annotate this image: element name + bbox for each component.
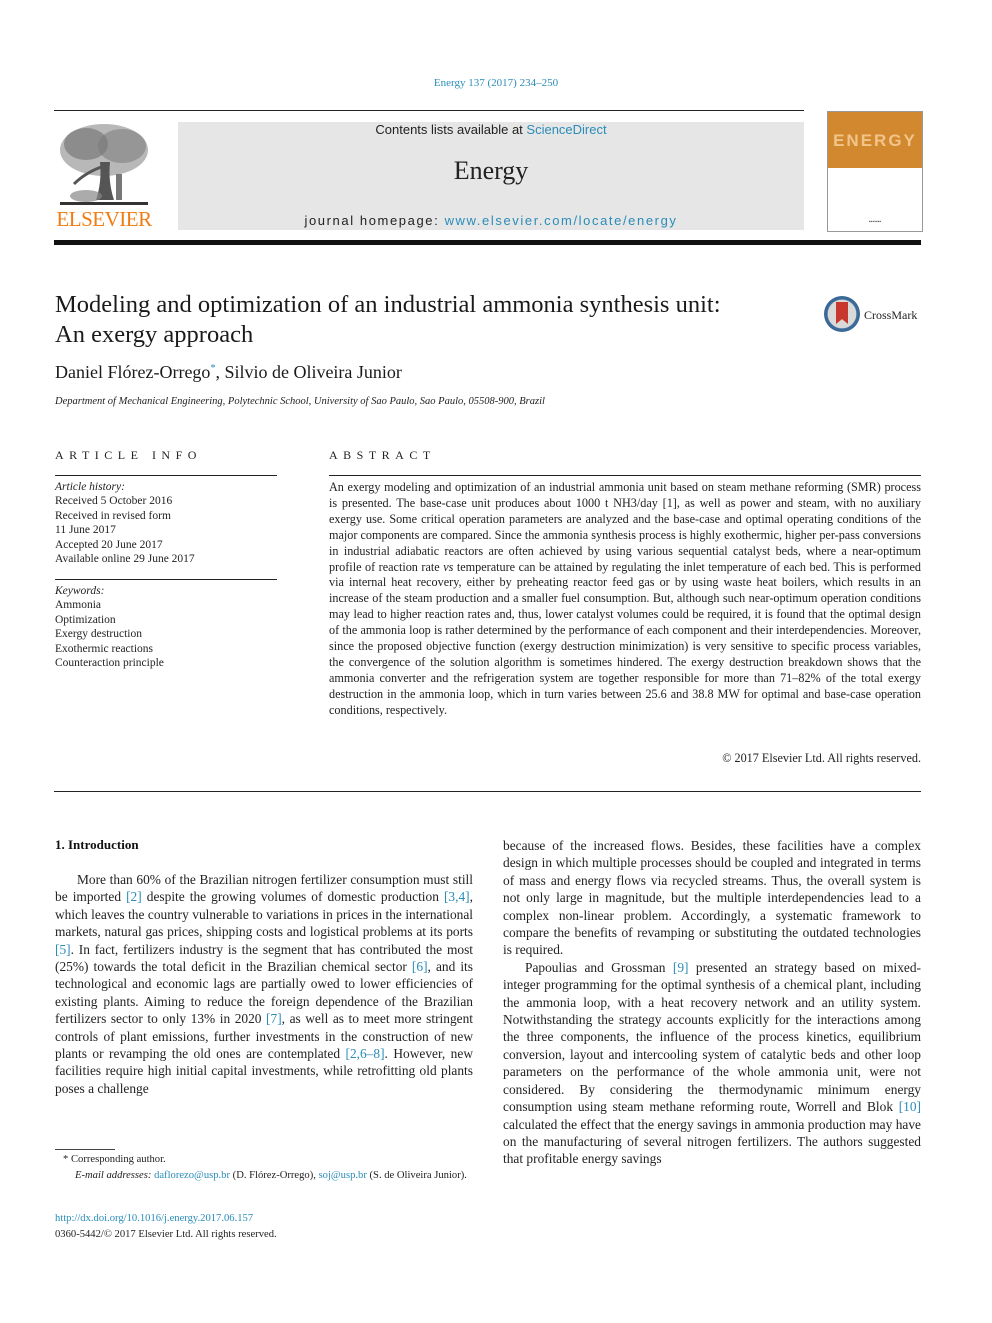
- journal-cover-thumbnail[interactable]: ENERGY ▪▪▪▪▪▪▪: [827, 111, 923, 232]
- homepage-prefix: journal homepage:: [304, 213, 445, 228]
- cover-footer-text: ▪▪▪▪▪▪▪: [868, 220, 882, 225]
- elsevier-tree-icon: [56, 122, 152, 207]
- cover-title: ENERGY: [833, 131, 917, 150]
- journal-homepage-line: journal homepage: www.elsevier.com/locat…: [178, 213, 804, 228]
- keyword-item: Counteraction principle: [55, 657, 164, 670]
- abstract-text: An exergy modeling and optimization of a…: [329, 480, 921, 719]
- title-line-2: An exergy approach: [55, 321, 254, 348]
- citation-link[interactable]: [2,6–8]: [345, 1046, 384, 1061]
- author-list: Daniel Flórez-Orrego*, Silvio de Oliveir…: [55, 362, 402, 383]
- abstract-copyright: © 2017 Elsevier Ltd. All rights reserved…: [722, 751, 921, 765]
- abstract-heading: ABSTRACT: [329, 448, 436, 462]
- author-1: Daniel Flórez-Orrego: [55, 362, 211, 382]
- sciencedirect-link[interactable]: ScienceDirect: [526, 122, 606, 137]
- article-info-rule: [55, 475, 277, 476]
- history-item: Accepted 20 June 2017: [55, 538, 163, 551]
- doi-link[interactable]: http://dx.doi.org/10.1016/j.energy.2017.…: [55, 1213, 253, 1224]
- abstract-part-2: temperature can be attained by regulatin…: [329, 559, 921, 717]
- section-heading-introduction: 1. Introduction: [55, 837, 139, 852]
- title-line-1: Modeling and optimization of an industri…: [55, 291, 721, 318]
- history-item: 11 June 2017: [55, 524, 116, 537]
- abstract-vs: vs: [443, 559, 454, 574]
- footnote-mark: *: [63, 1154, 71, 1165]
- footnote-rule: [55, 1149, 115, 1150]
- keyword-item: Exergy destruction: [55, 628, 142, 641]
- email-owner-1: (D. Flórez-Orrego),: [230, 1169, 319, 1181]
- article-title: Modeling and optimization of an industri…: [55, 290, 815, 350]
- journal-masthead: Contents lists available at ScienceDirec…: [178, 122, 804, 230]
- intro-paragraph-2: Papoulias and Grossman [9] presented an …: [503, 959, 921, 1168]
- history-item: Received 5 October 2016: [55, 495, 173, 508]
- contents-prefix: Contents lists available at: [375, 122, 527, 137]
- abstract-bottom-rule: [54, 791, 921, 792]
- crossmark-button[interactable]: CrossMark: [824, 296, 924, 336]
- citation-link[interactable]: [5]: [55, 942, 71, 957]
- keyword-item: Exothermic reactions: [55, 642, 154, 655]
- keywords-rule: [55, 579, 277, 580]
- header-top-rule: [54, 110, 804, 111]
- journal-homepage-link[interactable]: www.elsevier.com/locate/energy: [445, 213, 678, 228]
- citation-link[interactable]: [6]: [412, 959, 428, 974]
- cover-orange-band: ENERGY: [828, 112, 922, 168]
- citation-link[interactable]: [9]: [673, 960, 689, 975]
- intro-paragraph-1: More than 60% of the Brazilian nitrogen …: [55, 871, 473, 1097]
- article-info-heading: ARTICLE INFO: [55, 448, 202, 462]
- abstract-rule: [329, 475, 921, 476]
- crossmark-label: CrossMark: [864, 308, 918, 322]
- email-link-2[interactable]: soj@usp.br: [319, 1170, 367, 1181]
- history-item: Available online 29 June 2017: [55, 553, 195, 566]
- body-column-right: because of the increased flows. Besides,…: [503, 837, 921, 1168]
- journal-name: Energy: [453, 156, 529, 185]
- keywords-label: Keywords:: [55, 585, 105, 597]
- contents-available-line: Contents lists available at ScienceDirec…: [178, 122, 804, 137]
- paragraph-text: Papoulias and Grossman: [525, 959, 673, 975]
- citation-link[interactable]: [10]: [899, 1099, 921, 1114]
- paragraph-text: presented an strategy based on mixed-int…: [503, 959, 921, 1115]
- history-item: Received in revised form: [55, 509, 171, 522]
- body-column-left: More than 60% of the Brazilian nitrogen …: [55, 871, 473, 1097]
- email-owner-2: (S. de Oliveira Junior).: [366, 1169, 467, 1181]
- doi-block: http://dx.doi.org/10.1016/j.energy.2017.…: [55, 1211, 277, 1242]
- article-history-label: Article history:: [55, 481, 125, 493]
- keywords-list: Keywords: Ammonia Optimization Exergy de…: [55, 584, 164, 670]
- corresponding-author-note: Corresponding author.: [70, 1154, 166, 1165]
- header-thick-rule: [54, 240, 921, 245]
- paragraph-text: calculated the effect that the energy sa…: [503, 1116, 921, 1167]
- journal-citation-link[interactable]: Energy 137 (2017) 234–250: [0, 77, 992, 89]
- author-2: Silvio de Oliveira Junior: [224, 362, 402, 382]
- affiliation: Department of Mechanical Engineering, Po…: [55, 396, 545, 407]
- keyword-item: Optimization: [55, 613, 116, 626]
- intro-paragraph-1-continued: because of the increased flows. Besides,…: [503, 838, 921, 958]
- article-history: Article history: Received 5 October 2016…: [55, 480, 195, 566]
- email-link-1[interactable]: daflorezo@usp.br: [154, 1170, 230, 1181]
- issn-copyright: 0360-5442/© 2017 Elsevier Ltd. All right…: [55, 1228, 277, 1240]
- citation-link[interactable]: [2]: [126, 889, 142, 904]
- paragraph-text: . In fact, fertilizers industry is the s…: [55, 941, 473, 975]
- footnote: * Corresponding author. E-mail addresses…: [55, 1152, 473, 1183]
- elsevier-logo[interactable]: ELSEVIER: [54, 122, 154, 232]
- elsevier-wordmark: ELSEVIER: [56, 207, 152, 231]
- email-label: E-mail addresses:: [75, 1169, 155, 1181]
- citation-link[interactable]: [7]: [266, 1011, 282, 1026]
- paragraph-text: despite the growing volumes of domestic …: [141, 889, 444, 905]
- citation-link[interactable]: [3,4]: [444, 889, 470, 904]
- keyword-item: Ammonia: [55, 599, 101, 612]
